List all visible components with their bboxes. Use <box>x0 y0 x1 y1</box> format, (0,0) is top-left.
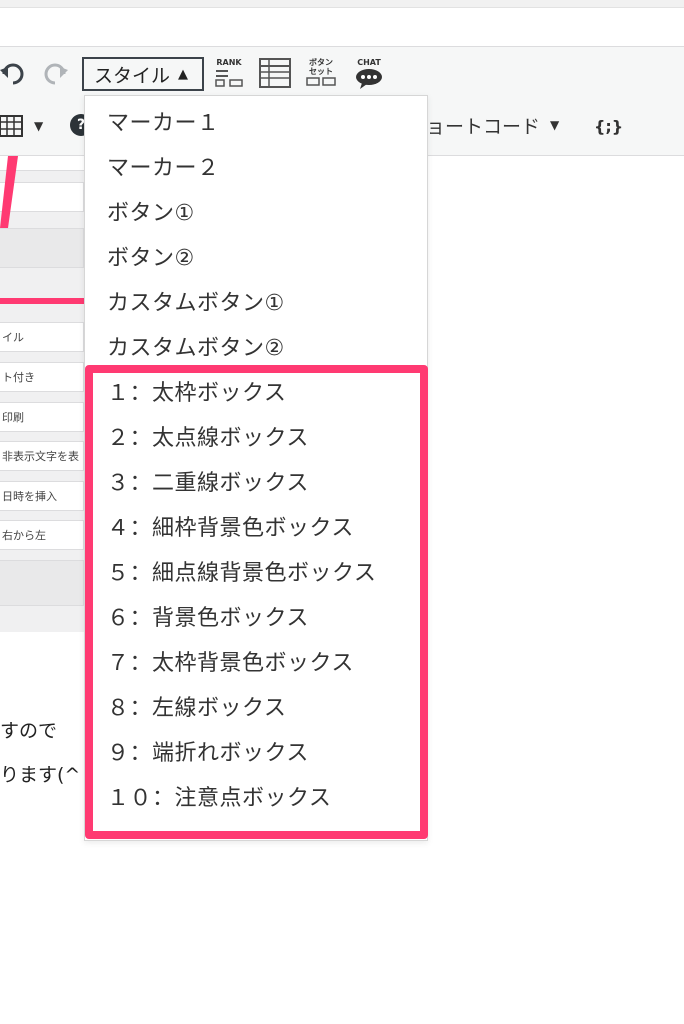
chevron-down-icon: ▼ <box>550 118 560 132</box>
panel-field[interactable]: 日時を挿入 <box>0 481 84 511</box>
highlight-slash <box>0 156 18 228</box>
undo-icon[interactable] <box>0 60 26 90</box>
insert-table-button[interactable]: ▼ <box>0 112 50 140</box>
rank-button[interactable]: RANK <box>212 58 246 92</box>
redo-icon[interactable] <box>40 60 70 90</box>
menu-item-button-1[interactable]: ボタン① <box>107 198 195 230</box>
button-set-button[interactable]: ボタン セット <box>304 58 338 92</box>
panel-field-label: イル <box>2 331 24 344</box>
caret-up-icon: ▲ <box>178 66 189 82</box>
table-list-icon <box>259 58 291 88</box>
panel-field[interactable]: 印刷 <box>0 402 84 432</box>
panel-field-label: 印刷 <box>2 411 24 424</box>
code-button[interactable]: {;} <box>594 112 623 140</box>
button-set-label-1: ボタン <box>309 58 333 67</box>
menu-item-button-2[interactable]: ボタン② <box>107 243 195 275</box>
panel-field[interactable]: 右から左 <box>0 520 84 550</box>
highlight-box <box>85 365 428 839</box>
shortcode-label: ョートコード <box>426 115 541 138</box>
table-grid-icon <box>0 115 23 137</box>
highlight-line <box>0 298 84 304</box>
chat-bubble-icon <box>356 69 382 89</box>
body-text-line: ります(^ <box>0 764 81 786</box>
button-set-label-2: セット <box>309 67 333 76</box>
chat-button[interactable]: CHAT <box>350 58 388 92</box>
style-dropdown-button[interactable]: スタイル ▲ <box>82 57 204 91</box>
panel-field <box>0 560 84 606</box>
table-list-button[interactable] <box>258 58 292 92</box>
menu-item-custom-button-2[interactable]: カスタムボタン② <box>107 333 285 365</box>
panel-field[interactable]: イル <box>0 322 84 352</box>
chevron-down-icon: ▼ <box>34 119 44 133</box>
menu-item-marker-2[interactable]: マーカー２ <box>107 153 220 185</box>
panel-field[interactable]: ト付き <box>0 362 84 392</box>
panel-field[interactable]: 非表示文字を表 <box>0 441 84 471</box>
top-strip <box>0 0 684 8</box>
panel-field-label: ト付き <box>2 371 35 384</box>
panel-field <box>0 228 84 268</box>
menu-item-custom-button-1[interactable]: カスタムボタン① <box>107 288 285 320</box>
shortcode-dropdown[interactable]: ョートコード ▼ <box>426 110 559 140</box>
chat-label: CHAT <box>357 58 381 67</box>
style-dropdown-label: スタイル <box>94 64 171 87</box>
body-text-line: すので <box>0 720 58 742</box>
menu-item-marker-1[interactable]: マーカー１ <box>107 108 220 140</box>
rank-icon <box>215 70 243 87</box>
rank-label: RANK <box>216 58 242 67</box>
panel-field-label: 非表示文字を表 <box>2 450 79 463</box>
button-set-icon <box>306 77 336 86</box>
panel-field-label: 日時を挿入 <box>2 490 57 503</box>
panel-field-label: 右から左 <box>2 529 46 542</box>
